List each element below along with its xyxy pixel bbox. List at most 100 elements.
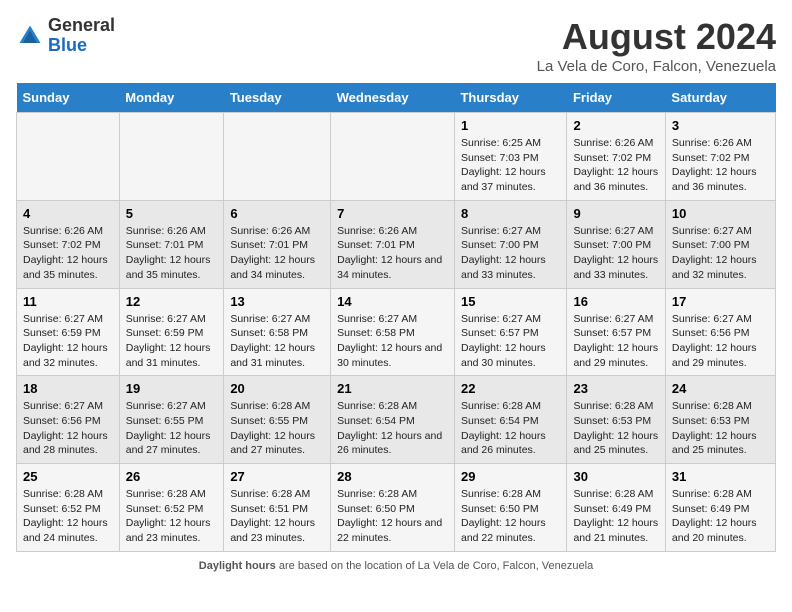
- day-number: 12: [126, 294, 218, 309]
- day-info: Sunrise: 6:28 AM Sunset: 6:49 PM Dayligh…: [672, 487, 769, 546]
- day-number: 17: [672, 294, 769, 309]
- footer-text: are based on the location of La Vela de …: [279, 560, 593, 572]
- day-number: 27: [230, 469, 324, 484]
- header-cell-saturday: Saturday: [665, 83, 775, 113]
- day-info: Sunrise: 6:28 AM Sunset: 6:53 PM Dayligh…: [672, 399, 769, 458]
- day-info: Sunrise: 6:28 AM Sunset: 6:49 PM Dayligh…: [573, 487, 658, 546]
- day-info: Sunrise: 6:28 AM Sunset: 6:51 PM Dayligh…: [230, 487, 324, 546]
- logo-icon: [16, 22, 44, 50]
- day-info: Sunrise: 6:26 AM Sunset: 7:02 PM Dayligh…: [672, 136, 769, 195]
- day-cell: 18 Sunrise: 6:27 AM Sunset: 6:56 PM Dayli…: [17, 376, 120, 464]
- day-cell: 26 Sunrise: 6:28 AM Sunset: 6:52 PM Dayli…: [119, 464, 224, 552]
- day-number: 28: [337, 469, 448, 484]
- day-cell: 16 Sunrise: 6:27 AM Sunset: 6:57 PM Dayli…: [567, 288, 665, 376]
- day-cell: 10Sunrise: 6:27 AM Sunset: 7:00 PM Dayli…: [665, 200, 775, 288]
- day-number: 13: [230, 294, 324, 309]
- day-number: 20: [230, 381, 324, 396]
- calendar-table: SundayMondayTuesdayWednesdayThursdayFrid…: [16, 83, 776, 552]
- day-cell: 2 Sunrise: 6:26 AM Sunset: 7:02 PM Daylig…: [567, 113, 665, 201]
- day-cell: [17, 113, 120, 201]
- day-number: 15: [461, 294, 560, 309]
- day-cell: [331, 113, 455, 201]
- header-cell-wednesday: Wednesday: [331, 83, 455, 113]
- day-cell: 1Sunrise: 6:25 AM Sunset: 7:03 PM Daylig…: [454, 113, 566, 201]
- day-number: 30: [573, 469, 658, 484]
- header: General Blue August 2024 La Vela de Coro…: [16, 16, 776, 75]
- day-info: Sunrise: 6:27 AM Sunset: 7:00 PM Dayligh…: [461, 224, 560, 283]
- week-row-3: 18 Sunrise: 6:27 AM Sunset: 6:56 PM Dayli…: [17, 376, 776, 464]
- day-number: 29: [461, 469, 560, 484]
- day-cell: 27 Sunrise: 6:28 AM Sunset: 6:51 PM Dayli…: [224, 464, 331, 552]
- day-info: Sunrise: 6:27 AM Sunset: 6:57 PM Dayligh…: [461, 312, 560, 371]
- day-info: Sunrise: 6:27 AM Sunset: 6:59 PM Dayligh…: [126, 312, 218, 371]
- day-info: Sunrise: 6:27 AM Sunset: 6:59 PM Dayligh…: [23, 312, 113, 371]
- day-number: 1: [461, 118, 560, 133]
- day-number: 7: [337, 206, 448, 221]
- day-number: 2: [573, 118, 658, 133]
- day-number: 5: [126, 206, 218, 221]
- header-cell-monday: Monday: [119, 83, 224, 113]
- day-info: Sunrise: 6:28 AM Sunset: 6:52 PM Dayligh…: [23, 487, 113, 546]
- page-title: August 2024: [537, 16, 776, 58]
- day-info: Sunrise: 6:26 AM Sunset: 7:01 PM Dayligh…: [337, 224, 448, 283]
- day-number: 14: [337, 294, 448, 309]
- day-cell: 23 Sunrise: 6:28 AM Sunset: 6:53 PM Dayli…: [567, 376, 665, 464]
- day-info: Sunrise: 6:28 AM Sunset: 6:53 PM Dayligh…: [573, 399, 658, 458]
- day-number: 18: [23, 381, 113, 396]
- day-cell: 31Sunrise: 6:28 AM Sunset: 6:49 PM Dayli…: [665, 464, 775, 552]
- day-cell: [119, 113, 224, 201]
- day-cell: 30 Sunrise: 6:28 AM Sunset: 6:49 PM Dayli…: [567, 464, 665, 552]
- day-cell: 13 Sunrise: 6:27 AM Sunset: 6:58 PM Dayli…: [224, 288, 331, 376]
- calendar-body: 1Sunrise: 6:25 AM Sunset: 7:03 PM Daylig…: [17, 113, 776, 552]
- day-cell: [224, 113, 331, 201]
- day-cell: 8 Sunrise: 6:27 AM Sunset: 7:00 PM Daylig…: [454, 200, 566, 288]
- page-subtitle: La Vela de Coro, Falcon, Venezuela: [537, 58, 776, 75]
- logo-text: General Blue: [48, 16, 115, 56]
- day-number: 16: [573, 294, 658, 309]
- day-cell: 5 Sunrise: 6:26 AM Sunset: 7:01 PM Daylig…: [119, 200, 224, 288]
- day-number: 21: [337, 381, 448, 396]
- day-info: Sunrise: 6:28 AM Sunset: 6:50 PM Dayligh…: [461, 487, 560, 546]
- day-number: 4: [23, 206, 113, 221]
- day-cell: 12 Sunrise: 6:27 AM Sunset: 6:59 PM Dayli…: [119, 288, 224, 376]
- day-number: 24: [672, 381, 769, 396]
- day-cell: 22Sunrise: 6:28 AM Sunset: 6:54 PM Dayli…: [454, 376, 566, 464]
- day-number: 23: [573, 381, 658, 396]
- header-cell-friday: Friday: [567, 83, 665, 113]
- day-cell: 25Sunrise: 6:28 AM Sunset: 6:52 PM Dayli…: [17, 464, 120, 552]
- day-info: Sunrise: 6:28 AM Sunset: 6:54 PM Dayligh…: [461, 399, 560, 458]
- week-row-0: 1Sunrise: 6:25 AM Sunset: 7:03 PM Daylig…: [17, 113, 776, 201]
- day-info: Sunrise: 6:26 AM Sunset: 7:02 PM Dayligh…: [573, 136, 658, 195]
- day-cell: 11Sunrise: 6:27 AM Sunset: 6:59 PM Dayli…: [17, 288, 120, 376]
- day-number: 8: [461, 206, 560, 221]
- day-number: 9: [573, 206, 658, 221]
- day-cell: 6 Sunrise: 6:26 AM Sunset: 7:01 PM Daylig…: [224, 200, 331, 288]
- day-info: Sunrise: 6:27 AM Sunset: 6:56 PM Dayligh…: [23, 399, 113, 458]
- day-info: Sunrise: 6:27 AM Sunset: 7:00 PM Dayligh…: [573, 224, 658, 283]
- day-info: Sunrise: 6:27 AM Sunset: 6:55 PM Dayligh…: [126, 399, 218, 458]
- footer-label: Daylight hours: [199, 560, 276, 572]
- day-cell: 20Sunrise: 6:28 AM Sunset: 6:55 PM Dayli…: [224, 376, 331, 464]
- day-cell: 29 Sunrise: 6:28 AM Sunset: 6:50 PM Dayli…: [454, 464, 566, 552]
- title-area: August 2024 La Vela de Coro, Falcon, Ven…: [537, 16, 776, 75]
- day-number: 6: [230, 206, 324, 221]
- day-info: Sunrise: 6:26 AM Sunset: 7:02 PM Dayligh…: [23, 224, 113, 283]
- day-info: Sunrise: 6:27 AM Sunset: 6:57 PM Dayligh…: [573, 312, 658, 371]
- week-row-2: 11Sunrise: 6:27 AM Sunset: 6:59 PM Dayli…: [17, 288, 776, 376]
- day-number: 26: [126, 469, 218, 484]
- day-info: Sunrise: 6:27 AM Sunset: 6:56 PM Dayligh…: [672, 312, 769, 371]
- day-cell: 24 Sunrise: 6:28 AM Sunset: 6:53 PM Dayli…: [665, 376, 775, 464]
- day-info: Sunrise: 6:26 AM Sunset: 7:01 PM Dayligh…: [230, 224, 324, 283]
- day-cell: 4 Sunrise: 6:26 AM Sunset: 7:02 PM Daylig…: [17, 200, 120, 288]
- day-number: 19: [126, 381, 218, 396]
- day-info: Sunrise: 6:28 AM Sunset: 6:54 PM Dayligh…: [337, 399, 448, 458]
- day-cell: 3Sunrise: 6:26 AM Sunset: 7:02 PM Daylig…: [665, 113, 775, 201]
- day-info: Sunrise: 6:27 AM Sunset: 6:58 PM Dayligh…: [230, 312, 324, 371]
- day-cell: 7 Sunrise: 6:26 AM Sunset: 7:01 PM Daylig…: [331, 200, 455, 288]
- day-cell: 14Sunrise: 6:27 AM Sunset: 6:58 PM Dayli…: [331, 288, 455, 376]
- day-info: Sunrise: 6:28 AM Sunset: 6:52 PM Dayligh…: [126, 487, 218, 546]
- logo-general: General: [48, 16, 115, 36]
- header-cell-sunday: Sunday: [17, 83, 120, 113]
- day-info: Sunrise: 6:26 AM Sunset: 7:01 PM Dayligh…: [126, 224, 218, 283]
- day-cell: 19 Sunrise: 6:27 AM Sunset: 6:55 PM Dayli…: [119, 376, 224, 464]
